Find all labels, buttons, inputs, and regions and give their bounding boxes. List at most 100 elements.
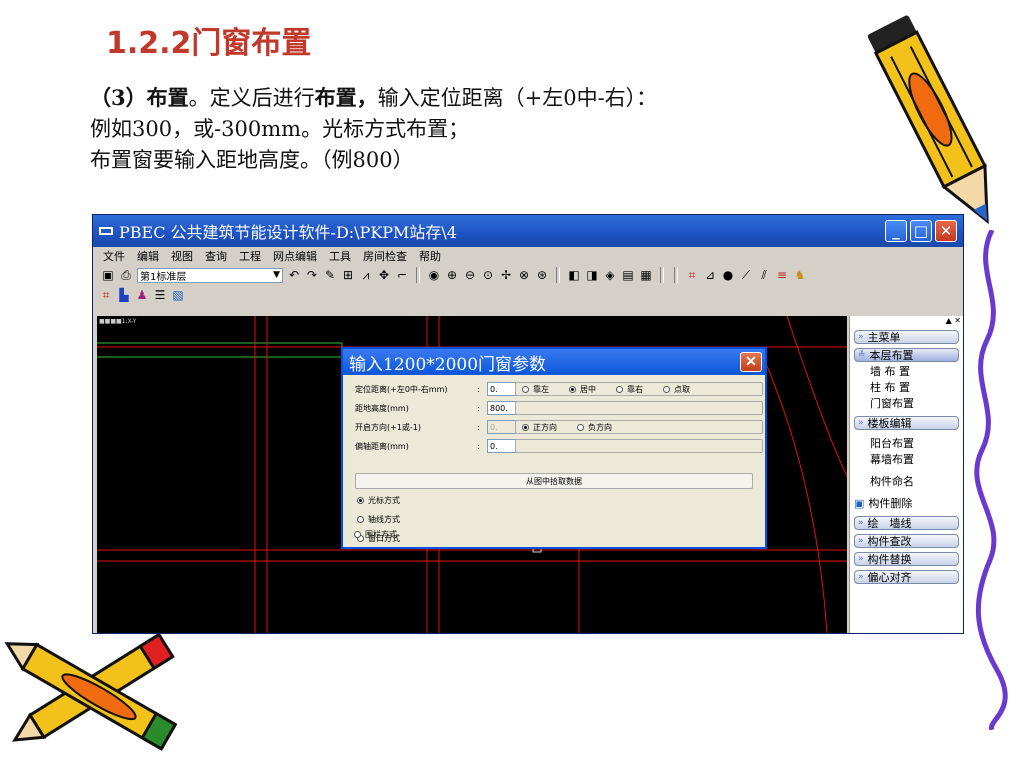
zoom-window-icon[interactable]: ⊕ bbox=[445, 268, 459, 282]
move-icon[interactable]: ✥ bbox=[377, 268, 391, 282]
radio-negative-direction[interactable]: 负方向 bbox=[577, 422, 612, 433]
print-icon[interactable]: ⎙ bbox=[119, 268, 133, 283]
undo-icon[interactable]: ↶ bbox=[287, 268, 301, 282]
zoom-realtime-icon[interactable]: ⊙ bbox=[481, 268, 495, 282]
window-titlebar[interactable]: PBEC 公共建筑节能设计软件-D:\PKPM站存\4 _ □ ✕ bbox=[93, 215, 963, 247]
menu-header-query-component[interactable]: » 构件查改 bbox=[854, 534, 959, 548]
maximize-button[interactable]: □ bbox=[910, 220, 932, 242]
toolbar-separator bbox=[416, 267, 420, 283]
chevron-right-icon: » bbox=[858, 418, 864, 428]
eye-icon[interactable]: ◈ bbox=[603, 268, 617, 282]
keyword-layout: 布置 bbox=[146, 85, 189, 110]
panel-controls[interactable]: ▲ ✕ bbox=[850, 316, 963, 326]
dialog-title: 输入1200*2000门窗参数 bbox=[349, 354, 547, 375]
menu-item-name-component[interactable]: 构件命名 bbox=[850, 474, 963, 490]
render-icon[interactable]: ▦ bbox=[639, 268, 653, 282]
radio-align-left[interactable]: 靠左 bbox=[522, 384, 549, 395]
menu-item-delete-component[interactable]: ▣ 构件删除 bbox=[850, 496, 963, 512]
zoom-previous-icon[interactable]: ⊗ bbox=[517, 268, 531, 282]
pick-from-drawing-button[interactable]: 从图中拾取数据 bbox=[355, 473, 753, 489]
menu-item-door-window-layout[interactable]: 门窗布置 bbox=[850, 396, 963, 412]
radio-dot bbox=[577, 423, 584, 431]
purple-squiggle-icon bbox=[974, 230, 1008, 730]
chevron-right-icon: » bbox=[858, 518, 864, 528]
menu-header-slab-edit[interactable]: » 楼板编辑 bbox=[854, 416, 959, 430]
redo-icon[interactable]: ↷ bbox=[305, 268, 319, 282]
body-text: 。定义后进行 bbox=[188, 86, 315, 110]
main-toolbar: ▣ ⎙ 第1标准层 ▼ ↶ ↷ ✎ ⊞ ⩘ ✥ ⌐ ◉ ⊕ ⊖ ⊙ ✢ ⊗ ⊛ … bbox=[93, 265, 963, 285]
mode-cursor[interactable]: 光标方式 bbox=[357, 495, 414, 506]
menu-grid-edit[interactable]: 网点编辑 bbox=[273, 248, 317, 264]
menu-room-check[interactable]: 房间检查 bbox=[363, 248, 407, 264]
chevron-right-icon: » bbox=[858, 536, 864, 546]
dialog-close-button[interactable]: ✕ bbox=[740, 352, 762, 372]
menu-file[interactable]: 文件 bbox=[103, 248, 125, 264]
save-icon[interactable]: ▣ bbox=[101, 268, 115, 282]
image-icon[interactable]: ▧ bbox=[171, 288, 185, 302]
pencil-icon bbox=[867, 15, 989, 225]
mode-axis[interactable]: 轴线方式 bbox=[357, 514, 414, 525]
globe-icon[interactable]: ◉ bbox=[427, 268, 441, 282]
menu-header-replace-component[interactable]: » 构件替换 bbox=[854, 552, 959, 566]
menu-header-floor-layout[interactable]: ≚ 本层布置 bbox=[854, 348, 959, 362]
axis-offset-row: 偏轴距离(mm) : 0. bbox=[355, 438, 525, 454]
menu-item-wall-layout[interactable]: 墙 布 置 bbox=[850, 364, 963, 380]
figure-icon[interactable]: ♟ bbox=[135, 288, 149, 302]
menu-project[interactable]: 工程 bbox=[239, 248, 261, 264]
menu-item-curtain-wall-layout[interactable]: 幕墙布置 bbox=[850, 452, 963, 468]
radio-dot-selected bbox=[522, 423, 529, 431]
height-label: 距地高度(mm) bbox=[355, 403, 409, 413]
pan-icon[interactable]: ✢ bbox=[499, 268, 513, 282]
point-icon[interactable]: ● bbox=[721, 268, 735, 282]
axis-grid-icon[interactable]: ⌗ bbox=[685, 268, 699, 283]
radio-align-right[interactable]: 靠右 bbox=[616, 384, 643, 395]
minimize-button[interactable]: _ bbox=[885, 220, 907, 242]
layer-icon[interactable]: ▤ bbox=[621, 268, 635, 282]
offset-label: 定位距离(+左0中-右mm) bbox=[355, 384, 448, 394]
menu-edit[interactable]: 编辑 bbox=[137, 248, 159, 264]
lines-icon[interactable]: ☰ bbox=[153, 288, 167, 302]
close-button[interactable]: ✕ bbox=[935, 220, 957, 242]
chevron-down-icon: ▼ bbox=[273, 270, 280, 280]
radio-positive-direction[interactable]: 正方向 bbox=[522, 422, 557, 433]
menu-header-main[interactable]: » 主菜单 bbox=[854, 330, 959, 344]
compass-icon[interactable]: ⊛ bbox=[535, 268, 549, 282]
dialog-titlebar[interactable]: 输入1200*2000门窗参数 ✕ bbox=[343, 349, 765, 375]
line-icon[interactable]: ⟋ bbox=[739, 268, 753, 283]
person-icon[interactable]: ♞ bbox=[793, 268, 807, 282]
menu-item-column-layout[interactable]: 柱 布 置 bbox=[850, 380, 963, 396]
keyword-layout-2: 布置， bbox=[314, 85, 378, 110]
3d-view-icon[interactable]: ◧ bbox=[567, 268, 581, 282]
step-number: （3） bbox=[90, 85, 147, 110]
slide-body: （3）布置。定义后进行布置，输入定位距离（+左0中-右）： 例如300，或-30… bbox=[90, 82, 870, 176]
mode-fence[interactable]: 围栏方式 bbox=[354, 529, 411, 540]
door-window-params-dialog: 输入1200*2000门窗参数 ✕ 定位距离(+左0中-右mm) : 0. 靠左… bbox=[341, 347, 767, 549]
equal-lines-icon[interactable]: ≡ bbox=[775, 268, 789, 282]
menu-help[interactable]: 帮助 bbox=[419, 248, 441, 264]
trim-icon[interactable]: ⌐ bbox=[395, 268, 409, 282]
mirror-icon[interactable]: ⩘ bbox=[359, 268, 373, 283]
window-menu-icon[interactable] bbox=[99, 227, 113, 235]
radio-align-center[interactable]: 居中 bbox=[569, 384, 596, 395]
zoom-out-icon[interactable]: ⊖ bbox=[463, 268, 477, 282]
app-window: PBEC 公共建筑节能设计软件-D:\PKPM站存\4 _ □ ✕ 文件 编辑 … bbox=[92, 214, 964, 634]
stamp-icon[interactable]: ▙ bbox=[117, 288, 131, 302]
table-icon[interactable]: ⌗ bbox=[99, 288, 113, 303]
chevron-down-icon: ≚ bbox=[858, 350, 866, 360]
direction-radio-group: 正方向 负方向 bbox=[515, 420, 763, 434]
menu-query[interactable]: 查询 bbox=[205, 248, 227, 264]
brush-icon[interactable]: ✎ bbox=[323, 268, 337, 282]
slide-title: 1.2.2门窗布置 bbox=[106, 26, 312, 61]
menu-header-eccentric-align[interactable]: » 偏心对齐 bbox=[854, 570, 959, 584]
floor-select[interactable]: 第1标准层 ▼ bbox=[137, 267, 283, 283]
radio-pick-point[interactable]: 点取 bbox=[663, 384, 690, 395]
menu-item-balcony-layout[interactable]: 阳台布置 bbox=[850, 436, 963, 452]
grid-icon[interactable]: ⊞ bbox=[341, 268, 355, 282]
menu-view[interactable]: 视图 bbox=[171, 248, 193, 264]
parallel-line-icon[interactable]: ⫽ bbox=[757, 268, 771, 283]
menu-header-draw-wall[interactable]: » 绘 墙线 bbox=[854, 516, 959, 530]
3d-wire-icon[interactable]: ◨ bbox=[585, 268, 599, 282]
offset-row: 定位距离(+左0中-右mm) : 0. bbox=[355, 381, 525, 397]
angle-icon[interactable]: ⊿ bbox=[703, 268, 717, 282]
menu-tools[interactable]: 工具 bbox=[329, 248, 351, 264]
